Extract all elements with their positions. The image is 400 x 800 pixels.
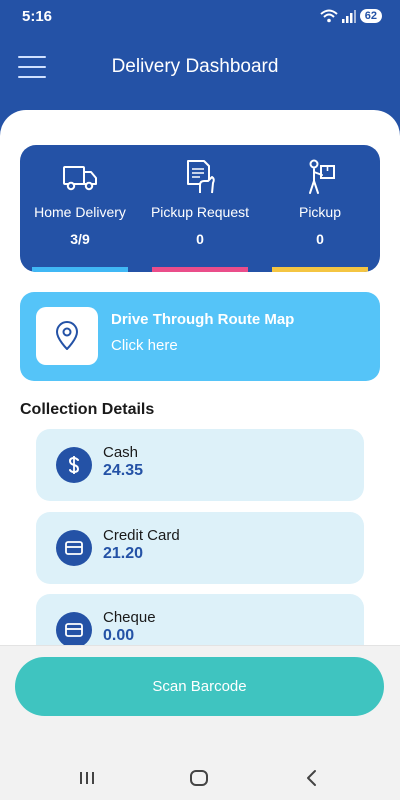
stat-home-delivery[interactable]: Home Delivery 3/9	[20, 145, 140, 272]
scan-barcode-button[interactable]: Scan Barcode	[15, 657, 384, 716]
stat-value: 0	[196, 231, 204, 247]
stat-pickup[interactable]: Pickup 0	[260, 145, 380, 272]
stat-value: 0	[316, 231, 324, 247]
stat-value: 3/9	[70, 231, 90, 247]
stats-card: Home Delivery 3/9 Pickup Request 0 Picku…	[20, 145, 380, 272]
status-bar: 5:16 62	[0, 0, 400, 32]
recent-apps-icon[interactable]	[72, 767, 102, 789]
route-card-title: Drive Through Route Map	[111, 311, 295, 328]
route-map-card[interactable]: Drive Through Route Map Click here	[20, 292, 380, 381]
back-icon[interactable]	[296, 767, 326, 789]
route-icon-box	[36, 307, 98, 365]
signal-icon	[341, 9, 356, 23]
collection-label: Cheque	[103, 609, 156, 626]
collection-section-title: Collection Details	[20, 401, 155, 418]
app-header: Delivery Dashboard	[0, 46, 400, 90]
document-hand-icon	[187, 160, 215, 194]
stat-pickup-request[interactable]: Pickup Request 0	[140, 145, 260, 272]
wifi-icon	[320, 9, 338, 23]
status-time: 5:16	[22, 7, 53, 25]
person-carrying-box-icon	[309, 159, 335, 194]
home-icon[interactable]	[184, 767, 214, 789]
collection-item-credit-card[interactable]: Credit Card 21.20	[36, 512, 364, 584]
status-icons: 62	[320, 9, 382, 23]
stat-color-bar	[272, 267, 368, 272]
stat-label: Home Delivery	[34, 204, 126, 220]
stat-label: Pickup	[298, 204, 342, 220]
collection-item-cash[interactable]: Cash 24.35	[36, 429, 364, 501]
collection-amount: 24.35	[103, 462, 144, 479]
system-nav-bar	[0, 755, 400, 800]
cheque-card-icon	[56, 612, 92, 648]
collection-label: Cash	[103, 444, 139, 461]
map-pin-icon	[56, 321, 78, 350]
collection-label: Credit Card	[103, 527, 180, 544]
stat-color-bar	[152, 267, 248, 272]
credit-card-icon	[56, 530, 92, 566]
battery-icon: 62	[359, 9, 382, 23]
dollar-icon	[56, 447, 92, 483]
truck-icon	[63, 166, 97, 191]
route-card-link[interactable]: Click here	[111, 337, 178, 354]
stat-color-bar	[32, 267, 128, 272]
page-title: Delivery Dashboard	[111, 56, 279, 77]
stat-label: Pickup Request	[150, 204, 250, 220]
collection-amount: 21.20	[103, 545, 144, 562]
collection-amount: 0.00	[103, 627, 135, 644]
